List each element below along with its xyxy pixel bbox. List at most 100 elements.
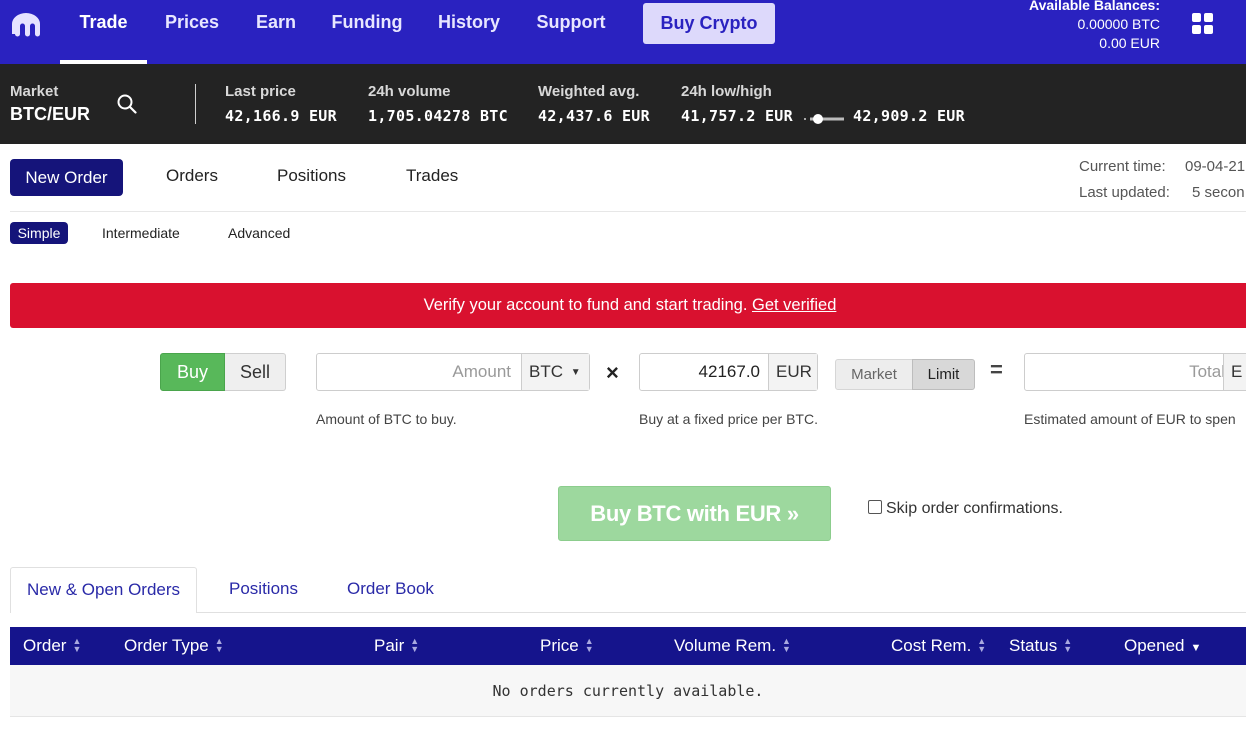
sort-desc-icon: ▼ [1190,642,1202,654]
kraken-logo-icon[interactable] [10,13,42,37]
skip-confirmations-checkbox[interactable] [868,500,882,514]
volume-label: 24h volume [368,83,451,100]
price-hint: Buy at a fixed price per BTC. [639,411,818,427]
search-icon[interactable] [117,94,137,114]
col-cost-rem[interactable]: Cost Rem. ▲ ▼ [891,627,987,665]
balances-title: Available Balances: [1029,0,1160,13]
market-pair[interactable]: BTC/EUR [10,104,90,125]
nav-funding-label: Funding [331,12,403,32]
volume-value: 1,705.04278 BTC [368,107,508,125]
divider [10,211,1246,212]
sort-icon: ▲ ▼ [410,636,420,654]
col-opened-label: Opened [1124,636,1185,655]
nav-prices[interactable]: Prices [160,0,224,64]
col-order-type[interactable]: Order Type ▲ ▼ [124,627,224,665]
nav-earn[interactable]: Earn [250,0,302,64]
price-value: 42167.0 [698,362,760,381]
col-price[interactable]: Price ▲ ▼ [540,627,594,665]
balance-eur: 0.00 EUR [1099,35,1160,51]
time-info: Current time: 09-04-21 Last updated: 5 sec… [1079,154,1245,206]
amount-placeholder: Amount [452,362,511,381]
col-volume-rem[interactable]: Volume Rem. ▲ ▼ [674,627,791,665]
nav-history-label: History [437,12,500,32]
total-placeholder: Total [1189,362,1225,381]
col-order-type-label: Order Type [124,636,209,655]
get-verified-link[interactable]: Get verified [752,296,836,314]
col-order[interactable]: Order ▲ ▼ [23,627,82,665]
last-price-value: 42,166.9 EUR [225,107,337,125]
nav-earn-label: Earn [255,12,297,32]
buy-crypto-button[interactable]: Buy Crypto [643,3,775,44]
mode-simple[interactable]: Simple [10,222,68,244]
balance-btc: 0.00000 BTC [1077,16,1161,32]
sort-icon: ▲ ▼ [214,636,224,654]
orders-table-header: Order ▲ ▼ Order Type ▲ ▼ Pair ▲ ▼ Price ▲ ▼ Volu… [10,627,1246,665]
ticker-divider [195,84,196,124]
mode-intermediate[interactable]: Intermediate [102,222,180,244]
weighted-avg-value: 42,437.6 EUR [538,107,650,125]
tab-trades[interactable]: Trades [406,166,458,186]
nav-prices-label: Prices [164,12,220,32]
nav-funding[interactable]: Funding [328,0,406,64]
col-price-label: Price [540,636,579,655]
high-value: 42,909.2 EUR [853,107,965,125]
total-hint: Estimated amount of EUR to spen [1024,411,1236,427]
tabs-divider [197,612,1246,613]
chevron-down-icon: ▼ [570,367,581,378]
col-pair[interactable]: Pair ▲ ▼ [374,627,420,665]
nav-support[interactable]: Support [532,0,610,64]
current-time-value: 09-04-21 [1185,158,1246,175]
tab-open-orders[interactable]: New & Open Orders [10,567,197,613]
col-volume-rem-label: Volume Rem. [674,636,777,655]
orders-empty-row: No orders currently available. [10,665,1246,717]
equals-icon: = [990,357,1003,382]
submit-order-button[interactable]: Buy BTC with EUR » [558,486,831,541]
sell-toggle[interactable]: Sell [225,353,286,391]
col-opened[interactable]: Opened ▼ [1124,627,1201,667]
market-toggle[interactable]: Market [835,359,913,390]
weighted-avg-label: Weighted avg. [538,83,640,100]
sort-icon: ▲ ▼ [782,636,791,654]
amount-hint: Amount of BTC to buy. [316,411,457,427]
total-currency: E [1223,354,1246,390]
tab-orders[interactable]: Orders [166,166,218,186]
verify-text: Verify your account to fund and start tr… [423,296,748,314]
nav-history[interactable]: History [434,0,504,64]
sort-icon: ▲ ▼ [1063,636,1073,654]
tab-lower-positions[interactable]: Positions [229,567,298,613]
top-nav: Trade Prices Earn Funding History Suppor… [0,0,1246,64]
sort-icon: ▲ ▼ [977,636,987,654]
grid-icon[interactable] [1192,13,1213,34]
nav-trade-label: Trade [79,12,128,32]
tab-order-book[interactable]: Order Book [347,567,434,613]
amount-currency-select[interactable]: BTC ▼ [521,354,589,390]
sort-icon: ▲ ▼ [584,636,594,654]
sort-icon: ▲ ▼ [72,636,82,654]
price-field[interactable]: 42167.0 EUR [639,353,818,391]
col-order-label: Order [23,636,67,655]
mode-advanced[interactable]: Advanced [228,222,290,244]
price-currency: EUR [768,354,817,390]
tab-positions[interactable]: Positions [277,166,346,186]
low-value: 41,757.2 EUR [681,107,793,125]
col-pair-label: Pair [374,636,405,655]
last-updated-label: Last updated: [1079,184,1170,201]
skip-confirmations[interactable]: Skip order confirmations. [868,500,1063,518]
tab-new-order[interactable]: New Order [10,159,123,196]
low-high-range-indicator [804,114,844,124]
col-status-label: Status [1009,636,1058,655]
limit-toggle[interactable]: Limit [912,359,975,390]
current-time-label: Current time: [1079,158,1166,175]
market-ticker: Market BTC/EUR Last price 42,166.9 EUR 2… [0,64,1246,144]
amount-currency: BTC [529,362,563,381]
low-high-label: 24h low/high [681,83,772,100]
verify-banner: Verify your account to fund and start tr… [10,283,1246,328]
total-field[interactable]: Total E [1024,353,1246,391]
col-cost-rem-label: Cost Rem. [891,636,972,655]
last-updated-value: 5 secon [1192,184,1245,201]
amount-field[interactable]: Amount BTC ▼ [316,353,590,391]
nav-trade[interactable]: Trade [60,0,147,64]
col-status[interactable]: Status ▲ ▼ [1009,627,1073,665]
buy-toggle[interactable]: Buy [160,353,225,391]
available-balances: Available Balances: 0.00000 BTC 0.00 EUR [1029,0,1160,53]
